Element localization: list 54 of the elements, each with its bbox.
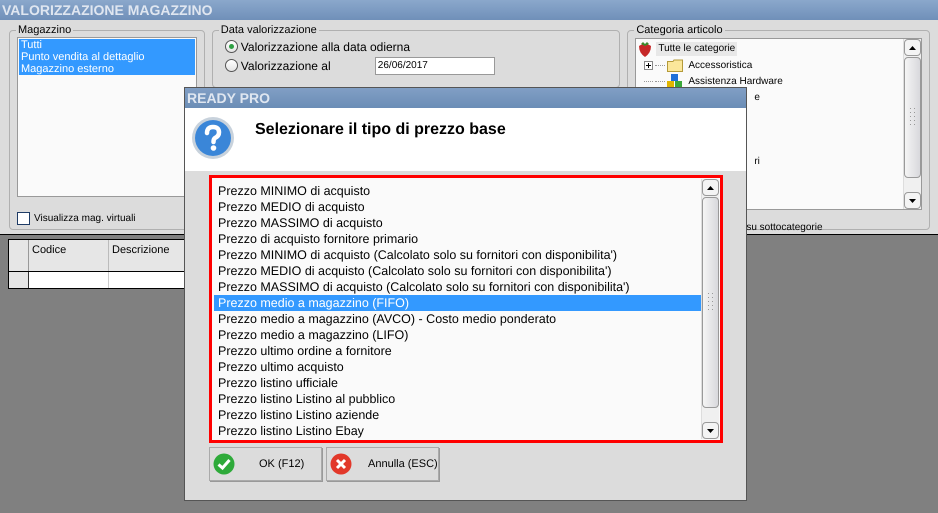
- cubes-icon: [667, 74, 684, 88]
- scroll-thumb[interactable]: [702, 197, 719, 408]
- group-title: Categoria articolo: [634, 23, 725, 37]
- question-icon: [191, 116, 235, 160]
- checkbox-label: su sottocategorie: [746, 221, 823, 235]
- scrollbar[interactable]: [701, 179, 719, 439]
- check-icon: [213, 453, 235, 475]
- radio-button[interactable]: [224, 40, 238, 53]
- price-type-option[interactable]: Prezzo MASSIMO di acquisto (Calcolato solo su fornitori con disponibilita'): [214, 279, 701, 295]
- checkbox[interactable]: [17, 212, 30, 225]
- price-type-option[interactable]: Prezzo MEDIO di acquisto: [214, 199, 701, 215]
- date-field[interactable]: 26/06/2017: [374, 56, 495, 74]
- strawberry-icon: [638, 41, 652, 57]
- price-type-option[interactable]: Prezzo ultimo acquisto: [214, 359, 701, 375]
- tree-item[interactable]: ri: [754, 154, 760, 168]
- up-arrow-icon: [909, 46, 916, 50]
- price-type-option[interactable]: Prezzo medio a magazzino (LIFO): [214, 327, 701, 343]
- scrollbar[interactable]: [903, 39, 922, 209]
- scroll-down-button[interactable]: [904, 192, 922, 209]
- price-type-option[interactable]: Prezzo MASSIMO di acquisto: [214, 215, 701, 231]
- scroll-down-button[interactable]: [702, 422, 719, 439]
- down-arrow-icon: [707, 428, 714, 432]
- tree-item[interactable]: Tutte le categorie: [656, 42, 738, 56]
- dialog-title: READY PRO: [187, 88, 270, 108]
- expand-icon[interactable]: [644, 60, 654, 70]
- tree-item[interactable]: e: [754, 90, 760, 104]
- price-type-option[interactable]: Prezzo listino Listino al pubblico: [214, 391, 701, 407]
- checkbox-label: Visualizza mag. virtuali: [34, 212, 136, 226]
- cancel-button[interactable]: Annulla (ESC): [326, 447, 439, 481]
- down-arrow-icon: [909, 198, 916, 202]
- tree-item[interactable]: Accessoristica: [688, 58, 752, 72]
- scroll-thumb[interactable]: [904, 57, 922, 178]
- price-type-option[interactable]: Prezzo MINIMO di acquisto (Calcolato solo su fornitori con disponibilita'): [214, 247, 701, 263]
- price-type-option[interactable]: Prezzo MEDIO di acquisto (Calcolato solo su fornitori con disponibilita'): [214, 263, 701, 279]
- folder-icon: [667, 58, 684, 72]
- radio-label: Valorizzazione al: [240, 58, 332, 74]
- up-arrow-icon: [707, 186, 714, 190]
- close-icon: [330, 453, 352, 475]
- price-type-option[interactable]: Prezzo listino Listino Ebay: [214, 423, 701, 439]
- scroll-up-button[interactable]: [702, 179, 719, 196]
- radio-button[interactable]: [224, 59, 238, 72]
- price-type-option[interactable]: Prezzo ultimo ordine a fornitore: [214, 343, 701, 359]
- dialog-message: Selezionare il tipo di prezzo base: [255, 120, 506, 140]
- tree-item[interactable]: Assistenza Hardware: [688, 74, 783, 88]
- group-title: Magazzino: [16, 23, 74, 37]
- window-title: VALORIZZAZIONE MAGAZZINO: [2, 0, 212, 20]
- price-type-option[interactable]: Prezzo medio a magazzino (AVCO) - Costo medio ponderato: [214, 311, 701, 327]
- price-type-option[interactable]: Prezzo listino Listino aziende: [214, 407, 701, 423]
- radio-label: Valorizzazione alla data odierna: [240, 38, 410, 56]
- price-type-option[interactable]: Prezzo listino ufficiale: [214, 375, 701, 391]
- price-type-option[interactable]: Prezzo MINIMO di acquisto: [214, 183, 701, 199]
- price-type-option[interactable]: Prezzo di acquisto fornitore primario: [214, 231, 701, 247]
- ok-button[interactable]: OK (F12): [209, 447, 322, 481]
- scroll-up-button[interactable]: [904, 39, 922, 56]
